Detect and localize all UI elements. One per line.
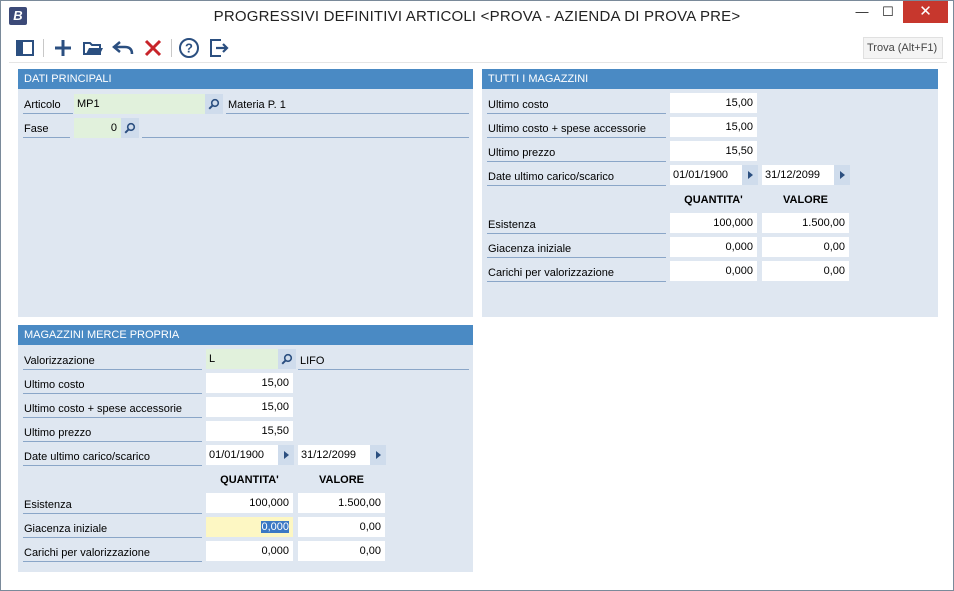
date-carico-button[interactable]	[742, 165, 758, 185]
undo-icon	[112, 41, 134, 55]
exit-button[interactable]	[207, 36, 231, 60]
ultimo-costo-label: Ultimo costo	[23, 376, 202, 394]
close-window-button[interactable]: ✕	[903, 1, 948, 23]
carichi-valorizzazione-label: Carichi per valorizzazione	[487, 264, 666, 282]
open-folder-icon	[83, 42, 103, 55]
maximize-button[interactable]: ☐	[875, 1, 901, 23]
selected-text: 0,000	[261, 521, 289, 533]
giacenza-iniziale-label: Giacenza iniziale	[487, 240, 666, 258]
esistenza-label: Esistenza	[487, 216, 666, 234]
date-ultimo-label: Date ultimo carico/scarico	[487, 168, 666, 186]
articolo-label: Articolo	[23, 96, 73, 114]
exit-icon	[210, 39, 229, 57]
open-button[interactable]	[81, 36, 105, 60]
valorizzazione-description: LIFO	[298, 352, 469, 370]
delete-icon	[144, 39, 162, 57]
help-icon: ?	[179, 38, 199, 58]
dati-principali-header: DATI PRINCIPALI	[18, 69, 473, 89]
toolbar: ? Trova (Alt+F1)	[9, 33, 947, 63]
date-carico-field[interactable]: 01/01/1900	[206, 445, 278, 465]
sidebar-toggle-button[interactable]	[13, 36, 37, 60]
fase-lookup-button[interactable]	[121, 118, 139, 138]
giacenza-iniziale-label: Giacenza iniziale	[23, 520, 202, 538]
ultimo-costo-spese-field[interactable]: 15,00	[206, 397, 293, 417]
title-bar: B PROGRESSIVI DEFINITIVI ARTICOLI <PROVA…	[1, 1, 953, 31]
valore-column-header: VALORE	[318, 474, 365, 486]
magazzini-merce-propria-header: MAGAZZINI MERCE PROPRIA	[18, 325, 473, 345]
window-title: PROGRESSIVI DEFINITIVI ARTICOLI <PROVA -…	[213, 8, 741, 25]
fase-description	[142, 120, 469, 138]
add-button[interactable]	[51, 36, 75, 60]
articolo-lookup-button[interactable]	[205, 94, 223, 114]
svg-text:?: ?	[185, 41, 193, 56]
quantita-column-header: QUANTITA'	[684, 194, 743, 206]
esistenza-quantita-field[interactable]: 100,000	[670, 213, 757, 233]
tutti-magazzini-header: TUTTI I MAGAZZINI	[482, 69, 938, 89]
valorizzazione-input[interactable]: L	[206, 349, 278, 369]
carichi-quantita-field[interactable]: 0,000	[670, 261, 757, 281]
ultimo-prezzo-label: Ultimo prezzo	[487, 144, 666, 162]
ultimo-costo-spese-field[interactable]: 15,00	[670, 117, 757, 137]
arrow-right-icon	[283, 451, 289, 459]
search-icon	[124, 122, 136, 134]
date-carico-field[interactable]: 01/01/1900	[670, 165, 742, 185]
articolo-input[interactable]: MP1	[74, 94, 205, 114]
date-carico-button[interactable]	[278, 445, 294, 465]
articolo-description: Materia P. 1	[226, 96, 469, 114]
date-scarico-field[interactable]: 31/12/2099	[762, 165, 834, 185]
giacenza-valore-field[interactable]: 0,00	[762, 237, 849, 257]
giacenza-valore-field[interactable]: 0,00	[298, 517, 385, 537]
minimize-button[interactable]: —	[849, 1, 875, 23]
arrow-right-icon	[839, 171, 845, 179]
carichi-valore-field[interactable]: 0,00	[298, 541, 385, 561]
help-button[interactable]: ?	[177, 36, 201, 60]
giacenza-quantita-field[interactable]: 0,000	[670, 237, 757, 257]
esistenza-valore-field[interactable]: 1.500,00	[762, 213, 849, 233]
search-icon	[208, 98, 220, 110]
quantita-column-header: QUANTITA'	[220, 474, 279, 486]
ultimo-prezzo-field[interactable]: 15,50	[206, 421, 293, 441]
find-button[interactable]: Trova (Alt+F1)	[863, 37, 943, 59]
valorizzazione-label: Valorizzazione	[23, 352, 202, 370]
undo-button[interactable]	[111, 36, 135, 60]
app-window: B PROGRESSIVI DEFINITIVI ARTICOLI <PROVA…	[0, 0, 954, 591]
dati-principali-panel: DATI PRINCIPALI Articolo MP1 Materia P. …	[18, 69, 473, 317]
carichi-quantita-field[interactable]: 0,000	[206, 541, 293, 561]
date-scarico-field[interactable]: 31/12/2099	[298, 445, 370, 465]
date-scarico-button[interactable]	[834, 165, 850, 185]
fase-label: Fase	[23, 120, 70, 138]
date-ultimo-label: Date ultimo carico/scarico	[23, 448, 202, 466]
ultimo-prezzo-label: Ultimo prezzo	[23, 424, 202, 442]
ultimo-costo-field[interactable]: 15,00	[206, 373, 293, 393]
ultimo-prezzo-field[interactable]: 15,50	[670, 141, 757, 161]
esistenza-label: Esistenza	[23, 496, 202, 514]
magazzini-merce-propria-panel: MAGAZZINI MERCE PROPRIA Valorizzazione L…	[18, 325, 473, 572]
add-icon	[55, 40, 71, 56]
arrow-right-icon	[375, 451, 381, 459]
delete-button[interactable]	[141, 36, 165, 60]
carichi-valore-field[interactable]: 0,00	[762, 261, 849, 281]
giacenza-quantita-field[interactable]: 0,000	[206, 517, 293, 537]
ultimo-costo-label: Ultimo costo	[487, 96, 666, 114]
date-scarico-button[interactable]	[370, 445, 386, 465]
valorizzazione-lookup-button[interactable]	[278, 349, 296, 369]
valore-column-header: VALORE	[782, 194, 829, 206]
ultimo-costo-spese-label: Ultimo costo + spese accessorie	[487, 120, 666, 138]
esistenza-valore-field[interactable]: 1.500,00	[298, 493, 385, 513]
tutti-magazzini-panel: TUTTI I MAGAZZINI Ultimo costo 15,00 Ult…	[482, 69, 938, 317]
esistenza-quantita-field[interactable]: 100,000	[206, 493, 293, 513]
sidebar-toggle-icon	[16, 40, 34, 56]
fase-input[interactable]: 0	[74, 118, 121, 138]
ultimo-costo-spese-label: Ultimo costo + spese accessorie	[23, 400, 202, 418]
carichi-valorizzazione-label: Carichi per valorizzazione	[23, 544, 202, 562]
search-icon	[281, 353, 293, 365]
form-content: DATI PRINCIPALI Articolo MP1 Materia P. …	[9, 64, 947, 584]
ultimo-costo-field[interactable]: 15,00	[670, 93, 757, 113]
arrow-right-icon	[747, 171, 753, 179]
